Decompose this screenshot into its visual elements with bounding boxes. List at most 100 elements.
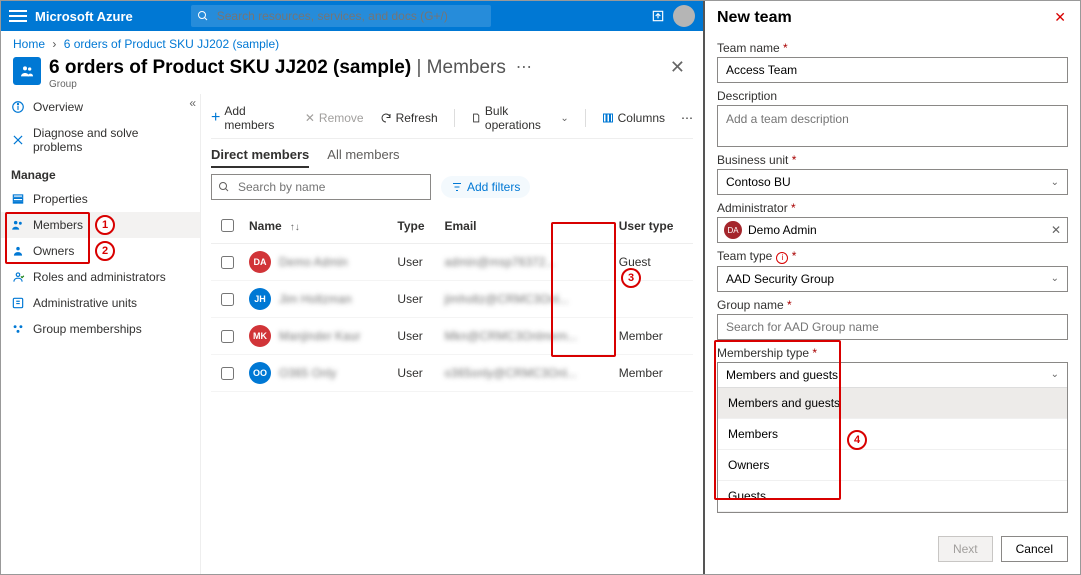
- search-icon: [218, 181, 230, 193]
- user-avatar[interactable]: [673, 5, 695, 27]
- close-blade[interactable]: ✕: [670, 57, 691, 78]
- row-name: O365 Only: [279, 366, 336, 380]
- membership-option[interactable]: Guests: [718, 481, 1067, 512]
- table-row[interactable]: JH Jim Holtzman Userjimholtz@CRMC3Onl...: [211, 281, 693, 318]
- nav-admin-units[interactable]: Administrative units: [1, 290, 200, 316]
- row-type: User: [391, 244, 438, 281]
- export-icon[interactable]: [651, 9, 665, 23]
- nav-diagnose[interactable]: Diagnose and solve problems: [1, 120, 200, 160]
- nav-owners[interactable]: Owners: [1, 238, 200, 264]
- add-filters-button[interactable]: Add filters: [441, 176, 530, 198]
- row-checkbox[interactable]: [221, 293, 234, 306]
- membership-label: Membership type: [717, 346, 1068, 360]
- team-type-label: Team typei: [717, 249, 1068, 264]
- table-row[interactable]: OOO365 OnlyUsero365only@CRMC3Onl...Membe…: [211, 355, 693, 392]
- row-avatar: OO: [249, 362, 271, 384]
- nav-members[interactable]: Members: [1, 212, 200, 238]
- chevron-down-icon: ⌄: [1051, 273, 1059, 284]
- row-email: jimholtz@CRMC3Onl...: [438, 281, 612, 318]
- col-email[interactable]: Email: [438, 208, 612, 244]
- page-title: 6 orders of Product SKU JJ202 (sample) |…: [49, 57, 506, 79]
- diagnose-icon: [11, 133, 25, 147]
- nav-overview[interactable]: Overview: [1, 94, 200, 120]
- row-avatar: MK: [249, 325, 271, 347]
- col-name[interactable]: Name↑↓: [243, 208, 391, 244]
- tab-direct-members[interactable]: Direct members: [211, 147, 309, 168]
- roles-icon: [11, 270, 25, 284]
- admin-remove[interactable]: ✕: [1051, 223, 1061, 237]
- global-search-input[interactable]: [215, 8, 485, 24]
- admin-avatar: DA: [724, 221, 742, 239]
- table-row[interactable]: DADemo AdminUseradmin@msp76372...Guest: [211, 244, 693, 281]
- membership-dropdown[interactable]: Members and guests⌄ Members and guestsMe…: [717, 362, 1068, 513]
- membership-option[interactable]: Members: [718, 419, 1067, 450]
- page-subtype: Group: [49, 79, 506, 90]
- next-button: Next: [938, 536, 993, 562]
- select-all-checkbox[interactable]: [221, 219, 234, 232]
- row-avatar: DA: [249, 251, 271, 273]
- row-checkbox[interactable]: [221, 367, 234, 380]
- hamburger-menu[interactable]: [9, 10, 27, 22]
- search-icon: [197, 10, 209, 22]
- more-actions[interactable]: ⋯: [516, 57, 532, 77]
- membership-option[interactable]: Owners: [718, 450, 1067, 481]
- row-name: Demo Admin: [279, 255, 348, 269]
- col-user-type[interactable]: User type: [613, 208, 693, 244]
- nav-properties[interactable]: Properties: [1, 186, 200, 212]
- refresh-button[interactable]: Refresh: [380, 111, 438, 125]
- row-user-type: [613, 281, 693, 318]
- row-avatar: JH: [249, 288, 271, 310]
- row-type: User: [391, 355, 438, 392]
- row-user-type: Guest: [613, 244, 693, 281]
- team-type-select[interactable]: AAD Security Group⌄: [717, 266, 1068, 292]
- row-checkbox[interactable]: [221, 256, 234, 269]
- chevron-down-icon: ⌄: [1051, 177, 1059, 188]
- row-type: User: [391, 281, 438, 318]
- group-name-input[interactable]: [717, 314, 1068, 340]
- collapse-nav[interactable]: «: [189, 96, 196, 110]
- global-search[interactable]: [191, 5, 491, 27]
- info-icon[interactable]: i: [776, 252, 788, 264]
- group-memberships-icon: [11, 322, 25, 336]
- document-icon: [471, 112, 481, 124]
- members-icon: [11, 218, 25, 232]
- col-type[interactable]: Type: [391, 208, 438, 244]
- row-name: Manjinder Kaur: [279, 329, 360, 343]
- close-panel[interactable]: ✕: [1054, 9, 1066, 26]
- brand-label: Microsoft Azure: [35, 9, 133, 24]
- bulk-operations-button[interactable]: Bulk operations⌄: [471, 104, 569, 132]
- table-row[interactable]: MKManjinder KaurUserMkn@CRMC3Onlmem...Me…: [211, 318, 693, 355]
- nav-roles[interactable]: Roles and administrators: [1, 264, 200, 290]
- admin-chip[interactable]: DA Demo Admin ✕: [717, 217, 1068, 243]
- team-name-input[interactable]: [717, 57, 1068, 83]
- refresh-icon: [380, 112, 392, 124]
- row-checkbox[interactable]: [221, 330, 234, 343]
- team-name-label: Team name: [717, 41, 1068, 55]
- panel-title: New team: [717, 9, 1068, 27]
- cancel-button[interactable]: Cancel: [1001, 536, 1068, 562]
- chevron-down-icon: ⌄: [1051, 369, 1059, 380]
- search-name-input[interactable]: [236, 179, 424, 195]
- description-input[interactable]: [717, 105, 1068, 147]
- bu-select[interactable]: Contoso BU⌄: [717, 169, 1068, 195]
- info-icon: [11, 100, 25, 114]
- owners-icon: [11, 244, 25, 258]
- filter-icon: [451, 181, 463, 193]
- toolbar-more[interactable]: ⋯: [681, 111, 693, 125]
- breadcrumb-home[interactable]: Home: [13, 37, 45, 51]
- row-email: Mkn@CRMC3Onlmem...: [438, 318, 612, 355]
- membership-option[interactable]: Members and guests: [718, 388, 1067, 419]
- description-label: Description: [717, 89, 1068, 103]
- columns-button[interactable]: Columns: [602, 111, 665, 125]
- search-name-field[interactable]: [211, 174, 431, 200]
- row-email: o365only@CRMC3Onl...: [438, 355, 612, 392]
- row-name: Jim Holtzman: [279, 292, 352, 306]
- bu-label: Business unit: [717, 153, 1068, 167]
- tab-all-members[interactable]: All members: [327, 147, 399, 168]
- add-members-button[interactable]: +Add members: [211, 104, 289, 132]
- nav-group-memberships[interactable]: Group memberships: [1, 316, 200, 342]
- row-user-type: Member: [613, 318, 693, 355]
- properties-icon: [11, 192, 25, 206]
- admin-label: Administrator: [717, 201, 1068, 215]
- breadcrumb-current[interactable]: 6 orders of Product SKU JJ202 (sample): [64, 37, 279, 51]
